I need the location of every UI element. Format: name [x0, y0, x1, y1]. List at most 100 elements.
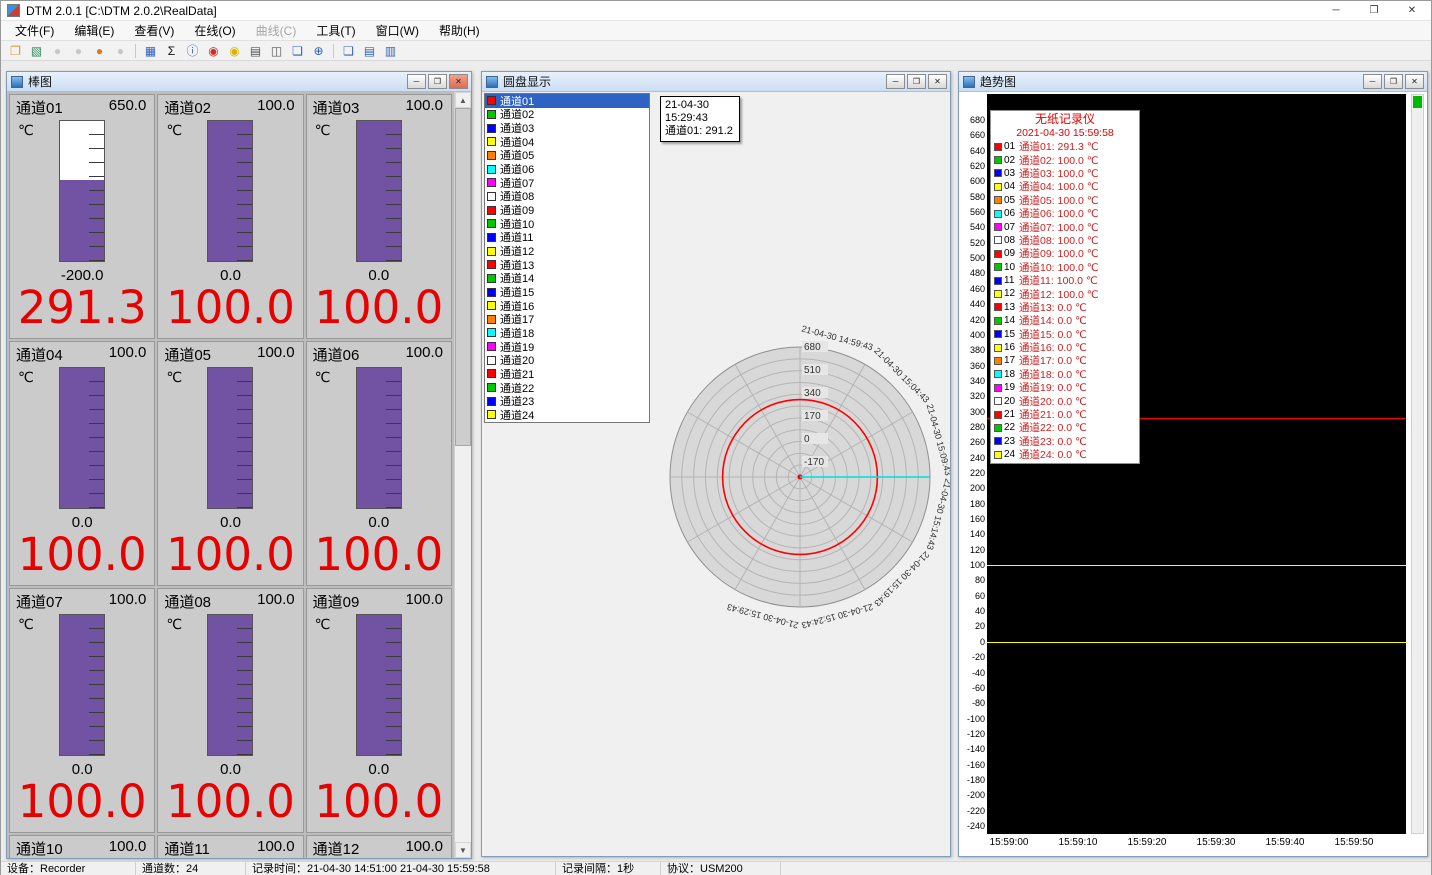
bar-gauge	[356, 367, 402, 509]
legend-channel-number: 03	[1004, 168, 1019, 179]
info-icon[interactable]: ⓘ	[183, 42, 202, 60]
menu-item-8[interactable]: 帮助(H)	[429, 20, 490, 41]
trend-y-tick-label: 360	[959, 361, 985, 371]
copy-icon[interactable]: ❏	[288, 42, 307, 60]
legend-color-swatch	[994, 424, 1002, 432]
window-close-button[interactable]: ✕	[1405, 74, 1424, 89]
trend-y-tick-label: -100	[959, 714, 985, 724]
bar-gauge-ticks	[386, 121, 401, 261]
menu-item-3[interactable]: 查看(V)	[124, 20, 184, 41]
menu-item-7[interactable]: 窗口(W)	[366, 20, 429, 41]
statistics-icon[interactable]: Σ	[162, 42, 181, 60]
export-image-icon[interactable]: ▧	[27, 42, 46, 60]
trend-y-tick-label: -180	[959, 775, 985, 785]
play-icon: ●	[48, 42, 67, 60]
polar-radial-tick: 170	[804, 411, 821, 422]
trend-y-tick-label: 540	[959, 222, 985, 232]
legend-channel-number: 10	[1004, 262, 1019, 273]
channel-list-item[interactable]: 通道24	[485, 408, 649, 422]
channel-value: 100.0	[158, 778, 302, 825]
disk-window-titlebar[interactable]: 圆盘显示 ─ ❐ ✕	[482, 72, 950, 92]
legend-color-swatch	[994, 357, 1002, 365]
trend-scrollbar[interactable]	[1411, 94, 1424, 834]
tile-vertical-icon[interactable]: ▥	[381, 42, 400, 60]
bar-cell: 通道08100.0℃0.0100.0	[157, 588, 303, 833]
legend-row: 13通道13: 0.0 ℃	[991, 301, 1139, 314]
print-preview-icon[interactable]: ◫	[267, 42, 286, 60]
alarm-icon[interactable]: ◉	[204, 42, 223, 60]
unit-label: ℃	[315, 616, 331, 633]
channel-color-swatch	[487, 165, 496, 174]
legend-channel-number: 19	[1004, 382, 1019, 393]
maximize-button[interactable]: ❐	[1355, 1, 1393, 20]
marker-icon[interactable]: ◉	[225, 42, 244, 60]
trend-series-line	[987, 565, 1406, 566]
legend-channel-number: 13	[1004, 302, 1019, 313]
legend-title: 无纸记录仪	[991, 112, 1139, 127]
close-button[interactable]: ✕	[1393, 1, 1431, 20]
window-restore-button[interactable]: ❐	[1384, 74, 1403, 89]
trend-x-tick-label: 15:59:30	[1197, 837, 1236, 848]
menu-item-1[interactable]: 文件(F)	[5, 20, 64, 41]
window-restore-button[interactable]: ❐	[428, 74, 447, 89]
bar-scrollbar[interactable]: ▲ ▼	[454, 92, 471, 858]
scrollbar-thumb[interactable]	[455, 108, 471, 446]
scrollbar-track[interactable]	[455, 108, 471, 842]
trend-graph-window: 趋势图 ─ ❐ ✕ 680660640620600580560540520500…	[958, 71, 1428, 857]
polar-chart[interactable]: -170017034051068021-04-30 14:59:4321-04-…	[630, 307, 950, 647]
legend-channel-label: 通道01: 291.3 ℃	[1019, 140, 1099, 153]
print-icon[interactable]: ▤	[246, 42, 265, 60]
bar-gauge	[59, 367, 105, 509]
legend-channel-label: 通道17: 0.0 ℃	[1019, 354, 1087, 367]
legend-channel-number: 21	[1004, 409, 1019, 420]
bar-gauge-ticks	[89, 121, 104, 261]
trend-x-tick-label: 15:59:00	[990, 837, 1029, 848]
window-minimize-button[interactable]: ─	[407, 74, 426, 89]
cascade-windows-icon[interactable]: ❏	[339, 42, 358, 60]
trend-window-titlebar[interactable]: 趋势图 ─ ❐ ✕	[959, 72, 1427, 92]
legend-color-swatch	[994, 451, 1002, 459]
app-window: DTM 2.0.1 [C:\DTM 2.0.2\RealData] ─ ❐ ✕ …	[0, 0, 1432, 875]
scroll-up-icon[interactable]: ▲	[455, 92, 471, 108]
channel-max: 100.0	[109, 591, 147, 612]
window-minimize-button[interactable]: ─	[886, 74, 905, 89]
menu-item-4[interactable]: 在线(O)	[184, 20, 245, 41]
channel-name: 通道05	[164, 344, 211, 365]
window-minimize-button[interactable]: ─	[1363, 74, 1382, 89]
zoom-icon[interactable]: ⊕	[309, 42, 328, 60]
open-file-icon[interactable]: ❐	[6, 42, 25, 60]
legend-row: 07通道07: 100.0 ℃	[991, 220, 1139, 233]
scroll-down-icon[interactable]: ▼	[455, 842, 471, 858]
bar-cell: 通道12100.0℃0.0100.0	[306, 835, 452, 858]
data-table-icon[interactable]: ▦	[141, 42, 160, 60]
unit-label: ℃	[18, 616, 34, 633]
bar-window-titlebar[interactable]: 棒图 ─ ❐ ✕	[7, 72, 471, 92]
trend-legend-rows: 01通道01: 291.3 ℃02通道02: 100.0 ℃03通道03: 10…	[991, 140, 1139, 461]
menu-item-2[interactable]: 编辑(E)	[64, 20, 124, 41]
menu-item-5[interactable]: 曲线(C)	[246, 20, 307, 41]
disk-window-content: 通道01通道02通道03通道04通道05通道06通道07通道08通道09通道10…	[482, 92, 950, 856]
minimize-button[interactable]: ─	[1317, 1, 1355, 20]
record-icon[interactable]: ●	[90, 42, 109, 60]
menu-item-6[interactable]: 工具(T)	[306, 20, 365, 41]
polar-radial-tick: 680	[804, 342, 821, 353]
window-close-button[interactable]: ✕	[449, 74, 468, 89]
toolbar-separator	[333, 44, 334, 58]
legend-channel-number: 06	[1004, 208, 1019, 219]
window-close-button[interactable]: ✕	[928, 74, 947, 89]
legend-channel-number: 23	[1004, 436, 1019, 447]
legend-channel-label: 通道15: 0.0 ℃	[1019, 327, 1087, 340]
legend-channel-label: 通道10: 100.0 ℃	[1019, 261, 1099, 274]
tile-horizontal-icon[interactable]: ▤	[360, 42, 379, 60]
legend-channel-number: 01	[1004, 141, 1019, 152]
legend-row: 06通道06: 100.0 ℃	[991, 207, 1139, 220]
legend-channel-number: 18	[1004, 369, 1019, 380]
legend-channel-label: 通道19: 0.0 ℃	[1019, 381, 1087, 394]
trend-scrollbar-thumb[interactable]	[1413, 96, 1422, 108]
status-segment: 协议：USM200	[661, 862, 781, 875]
legend-channel-label: 通道20: 0.0 ℃	[1019, 394, 1087, 407]
legend-row: 12通道12: 100.0 ℃	[991, 287, 1139, 300]
trend-y-tick-label: -120	[959, 729, 985, 739]
legend-channel-number: 22	[1004, 422, 1019, 433]
window-restore-button[interactable]: ❐	[907, 74, 926, 89]
